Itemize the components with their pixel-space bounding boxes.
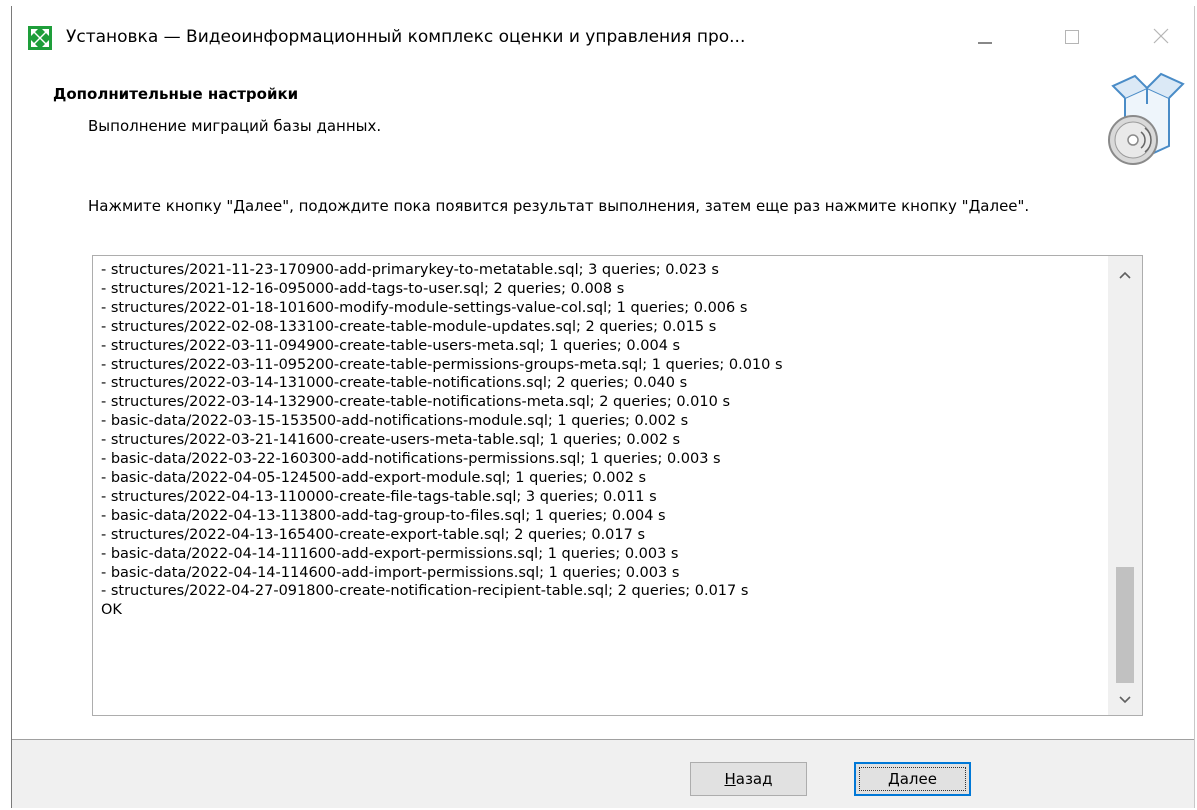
back-button[interactable]: Назад <box>690 762 807 796</box>
log-line: - basic-data/2022-04-13-113800-add-tag-g… <box>101 507 666 524</box>
log-line: - structures/2022-02-08-133100-create-ta… <box>101 318 717 335</box>
log-line: - structures/2022-03-11-094900-create-ta… <box>101 337 681 354</box>
maximize-icon <box>1065 29 1079 48</box>
scroll-thumb[interactable] <box>1116 567 1134 683</box>
log-line: - structures/2022-03-21-141600-create-us… <box>101 432 681 449</box>
log-line: - structures/2022-01-18-101600-modify-mo… <box>101 299 748 316</box>
log-line: OK <box>101 602 122 619</box>
setup-box-disc-icon <box>1103 68 1187 168</box>
log-line: - structures/2021-11-23-170900-add-prima… <box>101 262 719 278</box>
minimize-button[interactable] <box>962 20 1008 56</box>
minimize-icon <box>978 29 992 48</box>
next-button[interactable]: Далее <box>854 762 971 796</box>
page-subtitle: Выполнение миграций базы данных. <box>88 117 382 135</box>
migration-log[interactable]: - structures/2021-11-23-170900-add-prima… <box>92 255 1143 716</box>
chevron-up-icon <box>1119 264 1131 283</box>
log-line: - structures/2022-04-27-091800-create-no… <box>101 583 749 600</box>
log-line: - basic-data/2022-03-15-153500-add-notif… <box>101 413 689 430</box>
scroll-up-button[interactable] <box>1108 256 1142 290</box>
page-title: Дополнительные настройки <box>53 85 299 103</box>
instruction-text: Нажмите кнопку "Далее", подождите пока п… <box>88 197 1030 215</box>
log-line: - basic-data/2022-04-14-114600-add-impor… <box>101 564 680 581</box>
close-button[interactable] <box>1138 20 1184 56</box>
close-icon <box>1153 28 1169 48</box>
installer-logo-icon <box>28 26 52 50</box>
log-line: - structures/2021-12-16-095000-add-tags-… <box>101 280 625 297</box>
back-button-accel: Н <box>724 770 736 788</box>
log-scrollbar[interactable] <box>1108 256 1142 715</box>
migration-log-text: - structures/2021-11-23-170900-add-prima… <box>101 261 1101 620</box>
log-line: - structures/2022-03-14-132900-create-ta… <box>101 394 731 411</box>
log-line: - structures/2022-04-13-110000-create-fi… <box>101 488 657 505</box>
scroll-down-button[interactable] <box>1108 681 1142 715</box>
focus-rect <box>859 767 966 791</box>
back-button-label: азад <box>735 770 773 788</box>
log-line: - structures/2022-03-11-095200-create-ta… <box>101 356 783 373</box>
log-line: - basic-data/2022-04-14-111600-add-expor… <box>101 545 679 562</box>
maximize-button[interactable] <box>1049 20 1095 56</box>
title-bar[interactable]: Установка — Видеоинформационный комплекс… <box>12 6 1194 68</box>
window-title: Установка — Видеоинформационный комплекс… <box>66 27 746 47</box>
log-line: - structures/2022-03-14-131000-create-ta… <box>101 375 688 392</box>
wizard-footer: Назад Далее <box>12 740 1194 808</box>
log-line: - basic-data/2022-04-05-124500-add-expor… <box>101 469 647 486</box>
log-line: - structures/2022-04-13-165400-create-ex… <box>101 526 646 543</box>
installer-window: Установка — Видеоинформационный комплекс… <box>11 6 1195 808</box>
log-line: - basic-data/2022-03-22-160300-add-notif… <box>101 451 721 468</box>
chevron-down-icon <box>1119 689 1131 708</box>
